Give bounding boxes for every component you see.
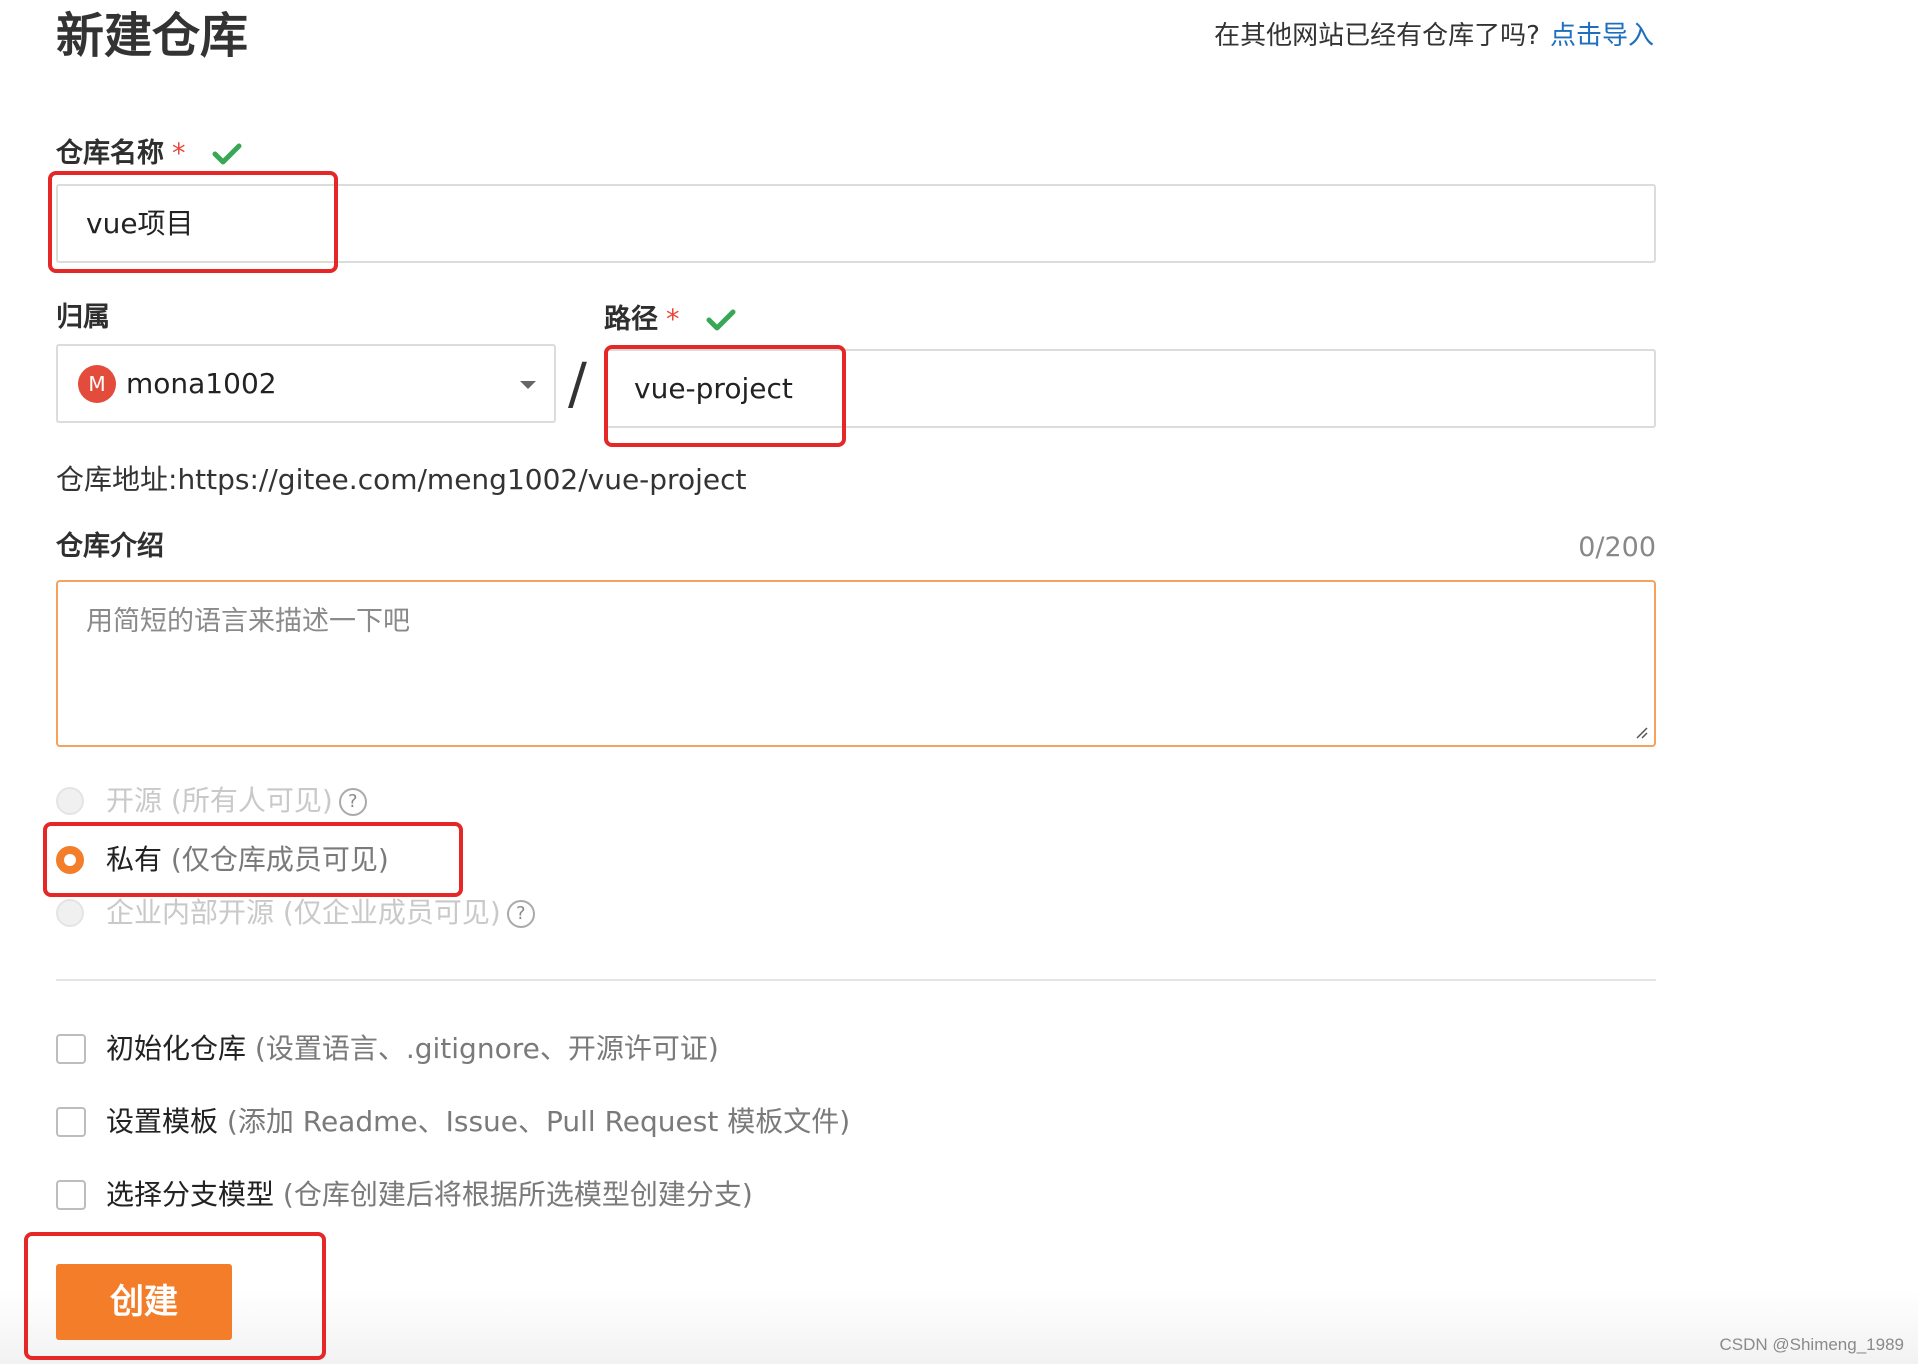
option-branch-model: 选择分支模型 (仓库创建后将根据所选模型创建分支) (106, 1175, 753, 1215)
import-hint: 在其他网站已经有仓库了吗? 点击导入 (1214, 14, 1654, 58)
valid-check-icon (212, 140, 242, 176)
import-hint-text: 在其他网站已经有仓库了吗? (1214, 21, 1540, 51)
visibility-option-label: 开源 (106, 784, 163, 817)
owner-name: mona1002 (126, 367, 277, 400)
owner-label: 归属 (56, 302, 110, 333)
repo-url-label: 仓库地址: (56, 463, 178, 496)
radio-public[interactable] (56, 787, 84, 815)
repo-name-label: 仓库名称 * (56, 136, 242, 176)
watermark: CSDN @Shimeng_1989 (1719, 1335, 1904, 1354)
repo-url: 仓库地址:https://gitee.com/meng1002/vue-proj… (56, 458, 746, 502)
option-note: (仓库创建后将根据所选模型创建分支) (282, 1178, 753, 1211)
option-set-template: 设置模板 (添加 Readme、Issue、Pull Request 模板文件) (106, 1102, 850, 1142)
radio-private[interactable] (56, 846, 84, 874)
visibility-option-label: 私有 (106, 843, 163, 876)
help-icon[interactable]: ? (506, 900, 535, 928)
path-input[interactable]: vue-project (604, 349, 1656, 428)
visibility-option-note: (仅企业成员可见) (282, 896, 501, 929)
page-title: 新建仓库 (56, 8, 249, 64)
repo-name-input[interactable]: vue项目 (56, 184, 1656, 263)
repo-name-label-text: 仓库名称 (56, 138, 164, 169)
chevron-down-icon (520, 381, 536, 389)
visibility-option-note: (仅仓库成员可见) (170, 843, 389, 876)
checkbox-branch-model[interactable] (56, 1180, 86, 1210)
description-counter: 0/200 (1578, 532, 1656, 563)
divider (56, 979, 1656, 981)
option-label: 初始化仓库 (106, 1032, 247, 1065)
checkbox-init-repo[interactable] (56, 1034, 86, 1064)
description-textarea[interactable]: 用简短的语言来描述一下吧 (56, 580, 1656, 747)
required-mark: * (666, 304, 680, 335)
repo-url-value: https://gitee.com/meng1002/vue-project (177, 463, 747, 496)
option-note: (添加 Readme、Issue、Pull Request 模板文件) (226, 1105, 851, 1138)
checkbox-set-template[interactable] (56, 1107, 86, 1137)
description-label: 仓库介绍 (56, 531, 164, 562)
create-button[interactable]: 创建 (56, 1264, 232, 1340)
path-label: 路径 * (604, 302, 736, 342)
visibility-option-label: 企业内部开源 (106, 896, 275, 929)
visibility-option-private: 私有 (仅仓库成员可见) (106, 840, 389, 880)
avatar: M (78, 365, 116, 403)
resize-handle-icon[interactable] (1634, 725, 1648, 739)
description-placeholder: 用简短的语言来描述一下吧 (86, 606, 410, 637)
path-separator: / (568, 352, 587, 417)
option-label: 选择分支模型 (106, 1178, 275, 1211)
help-icon[interactable]: ? (338, 788, 367, 816)
required-mark: * (172, 138, 186, 169)
import-link[interactable]: 点击导入 (1550, 21, 1654, 51)
option-note: (设置语言、.gitignore、开源许可证) (254, 1032, 719, 1065)
owner-select[interactable]: M mona1002 (56, 344, 556, 423)
visibility-option-note: (所有人可见) (170, 784, 333, 817)
visibility-option-public: 开源 (所有人可见)? (106, 781, 367, 821)
visibility-option-enterprise: 企业内部开源 (仅企业成员可见)? (106, 893, 535, 933)
path-label-text: 路径 (604, 304, 658, 335)
bottom-fade (0, 1290, 1918, 1364)
radio-enterprise[interactable] (56, 899, 84, 927)
option-init-repo: 初始化仓库 (设置语言、.gitignore、开源许可证) (106, 1029, 719, 1069)
option-label: 设置模板 (106, 1105, 219, 1138)
valid-check-icon (706, 306, 736, 342)
